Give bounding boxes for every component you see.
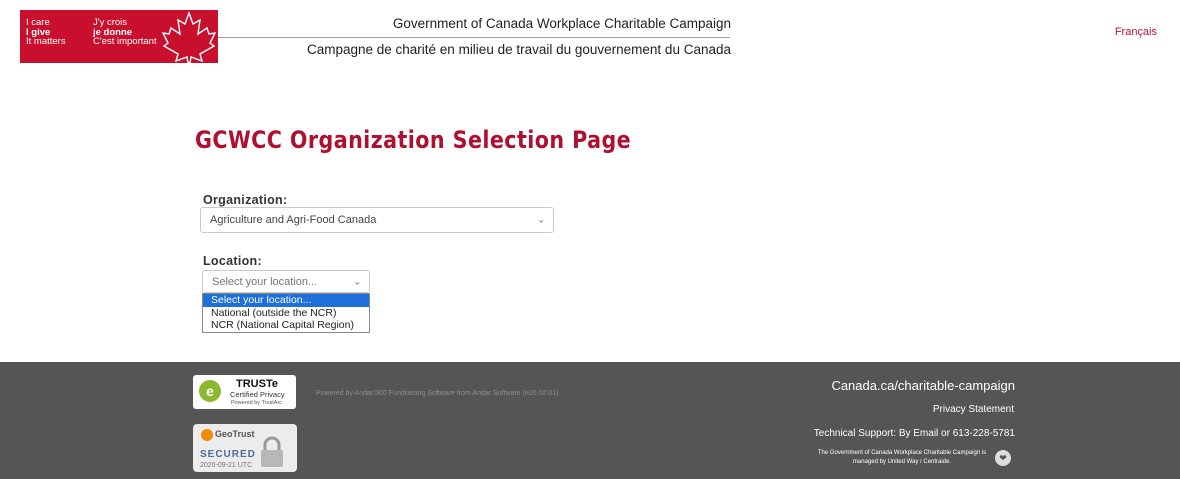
- logo-french-text: J'y crois je donne C'est important: [93, 17, 157, 47]
- geotrust-date: 2020-09-21 UTC: [200, 462, 253, 469]
- privacy-statement-link[interactable]: Privacy Statement: [933, 404, 1014, 415]
- location-selected-value: Select your location...: [212, 275, 318, 288]
- organization-label: Organization:: [203, 193, 288, 207]
- truste-title: TRUSTe: [236, 378, 278, 390]
- geotrust-name: GeoTrust: [215, 429, 255, 439]
- chevron-down-icon: ⌄: [353, 276, 361, 286]
- organization-select[interactable]: Agriculture and Agri-Food Canada ⌄: [200, 207, 554, 233]
- language-toggle-link[interactable]: Français: [1115, 26, 1157, 38]
- powered-by-text: Powered by Andar/360 Fundraising Softwar…: [316, 390, 559, 397]
- truste-logo-icon: e: [199, 380, 221, 402]
- campaign-title-english: Government of Canada Workplace Charitabl…: [392, 16, 731, 31]
- location-option[interactable]: Select your location...: [203, 294, 369, 307]
- location-dropdown-list: Select your location... National (outsid…: [202, 293, 370, 333]
- truste-privacy-badge[interactable]: e TRUSTe Certified Privacy Powered by Tr…: [193, 375, 296, 409]
- page-title: GCWCC Organization Selection Page: [195, 126, 632, 154]
- campaign-logo: I care I give It matters J'y crois je do…: [20, 10, 218, 63]
- geotrust-secured: SECURED: [200, 449, 256, 460]
- truste-subtitle: Certified Privacy: [230, 390, 285, 399]
- truste-powered: Powered by TrustArc: [231, 400, 283, 406]
- header-divider: [218, 37, 730, 38]
- managed-by-text: The Government of Canada Workplace Chari…: [817, 450, 987, 465]
- campaign-title-french: Campagne de charité en milieu de travail…: [306, 42, 731, 57]
- geotrust-secured-badge[interactable]: GeoTrust SECURED 2020-09-21 UTC: [193, 424, 297, 472]
- location-option[interactable]: National (outside the NCR): [203, 307, 369, 320]
- geotrust-logo-icon: [201, 429, 213, 441]
- united-way-icon: ❤: [995, 450, 1011, 466]
- canada-campaign-link[interactable]: Canada.ca/charitable-campaign: [831, 378, 1015, 393]
- padlock-icon: [261, 436, 283, 467]
- location-label: Location:: [203, 254, 262, 268]
- organization-selected-value: Agriculture and Agri-Food Canada: [210, 214, 377, 226]
- technical-support-text: Technical Support: By Email or 613-228-5…: [813, 428, 1015, 439]
- location-select[interactable]: Select your location... ⌄: [202, 270, 370, 293]
- logo-english-text: I care I give It matters: [26, 17, 66, 47]
- location-option[interactable]: NCR (National Capital Region): [203, 319, 369, 332]
- maple-leaf-icon: [161, 10, 217, 63]
- chevron-down-icon: ⌄: [537, 214, 545, 225]
